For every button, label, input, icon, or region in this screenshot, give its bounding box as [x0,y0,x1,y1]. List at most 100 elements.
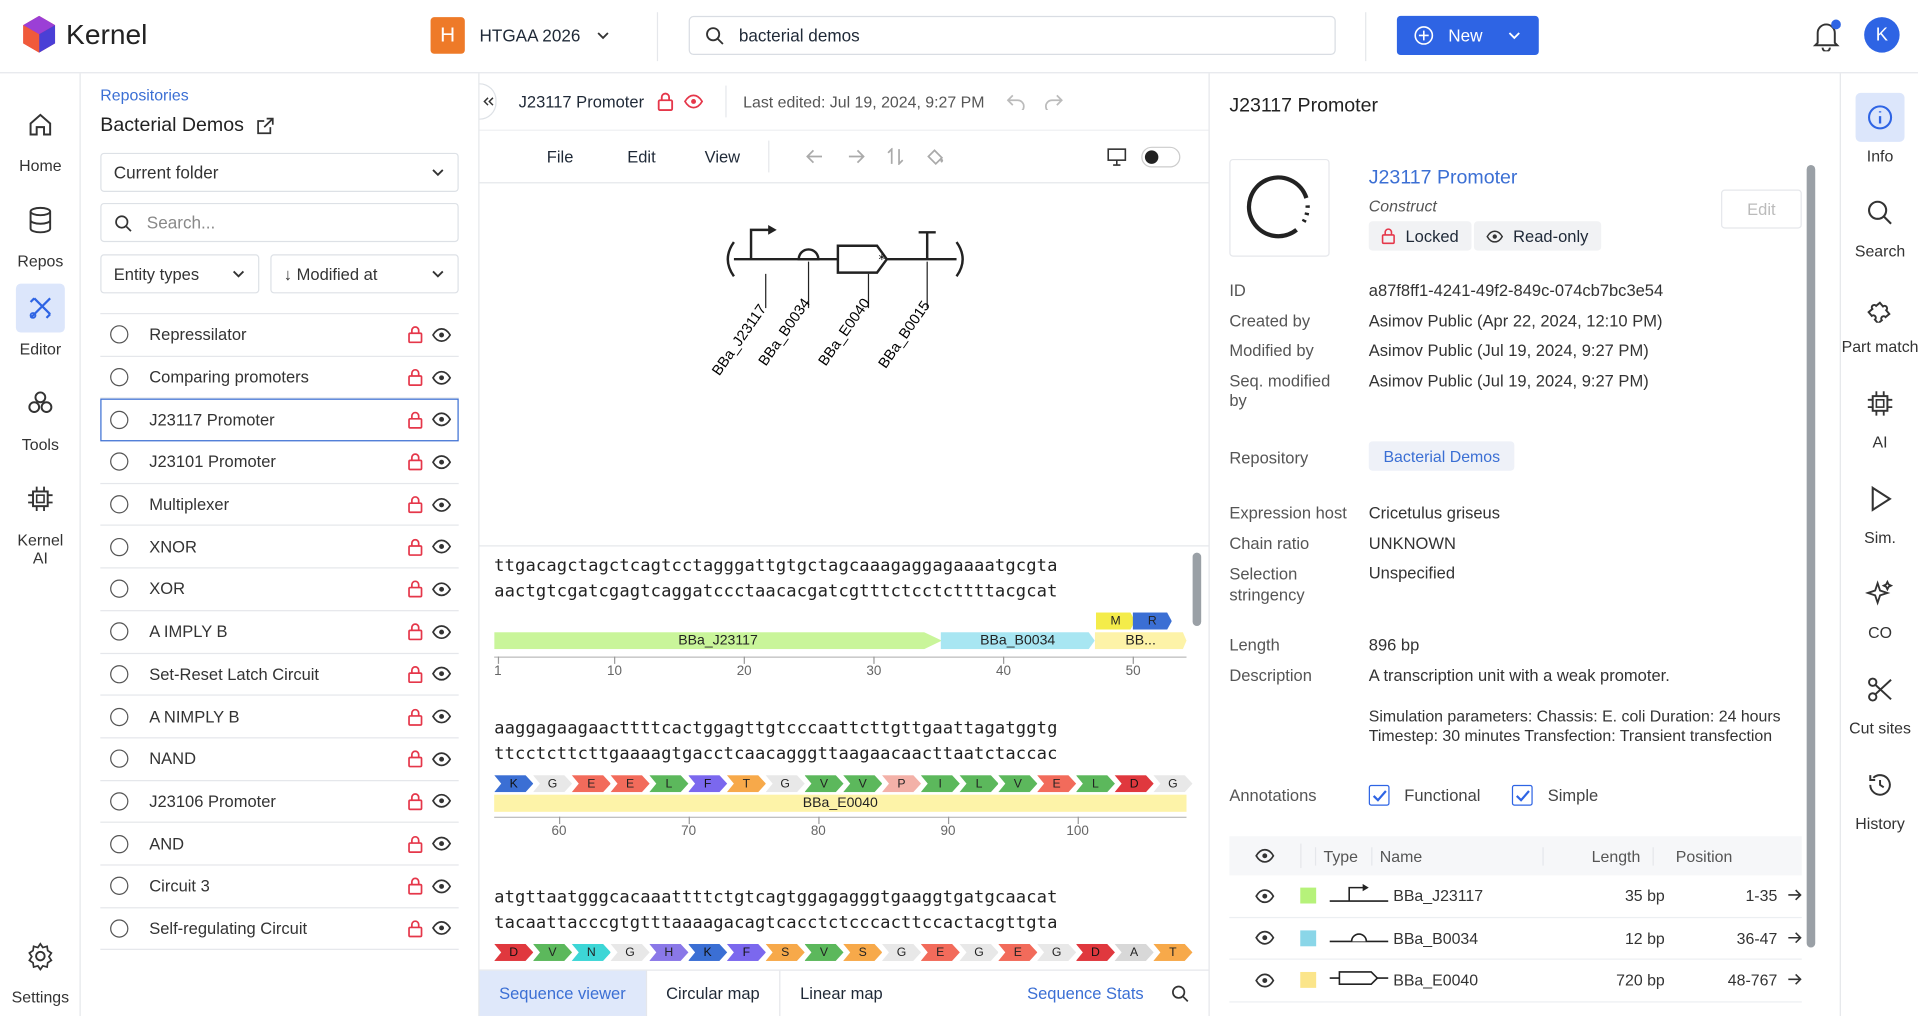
repository-chip[interactable]: Bacterial Demos [1368,441,1515,471]
info-scrollbar[interactable] [1806,165,1816,948]
sequence-stats-link[interactable]: Sequence Stats [1027,971,1144,1016]
functional-checkbox[interactable] [1368,784,1390,806]
table-row[interactable]: BBa_E0040 720 bp 48-767 [1229,960,1802,1002]
sequence-bottom-strand[interactable]: ttcctcttcttgaaaagtgacctcaacagggttaagaaca… [494,745,1057,765]
sequence-bottom-strand[interactable]: tacaattacccgtgtttaaaagacagtcacctctcccact… [494,913,1057,933]
list-item[interactable]: Circuit 3 [100,866,459,908]
right-nav-ai[interactable]: AI [1841,379,1918,451]
redo-icon[interactable] [1044,94,1063,110]
list-item[interactable]: Set-Reset Latch Circuit [100,653,459,696]
list-item[interactable]: XOR [100,569,459,612]
sort-select[interactable]: ↓ Modified at [270,254,459,294]
nav-tools[interactable]: Tools [0,379,81,454]
simple-checkbox[interactable] [1512,784,1534,806]
list-item[interactable]: NAND [100,738,459,781]
table-row[interactable]: BBa_B0034 12 bp 36-47 [1229,918,1802,960]
feature-bar[interactable]: BBa_B0034 [940,632,1095,650]
external-link-icon[interactable] [256,117,275,135]
construct-name[interactable]: J23117 Promoter [1369,167,1518,189]
arrow-right-icon[interactable] [1787,973,1802,986]
nav-repos[interactable]: Repos [0,196,81,270]
panel-search-input[interactable]: Search... [100,202,459,243]
feature-bar[interactable]: BBa_J23117 [494,632,942,650]
list-item[interactable]: J23117 Promoter [100,399,459,442]
tab-circular-map[interactable]: Circular map [647,970,781,1016]
entity-types-filter[interactable]: Entity types [100,254,260,294]
menu-file[interactable]: File [547,147,574,165]
sequence-scrollbar[interactable] [1192,552,1202,626]
list-item[interactable]: Multiplexer [100,484,459,527]
sequence-top-strand[interactable]: aaggagaagaacttttcactggagttgtcccaattcttgt… [494,719,1057,739]
feature-bar[interactable]: BBa_E0040 [494,794,1187,812]
menu-edit[interactable]: Edit [627,147,655,165]
eye-icon[interactable] [432,836,452,851]
list-item[interactable]: A NIMPLY B [100,696,459,739]
arrow-right-icon[interactable] [1787,931,1802,943]
list-item[interactable]: J23106 Promoter [100,781,459,824]
eye-icon[interactable] [1255,931,1275,946]
tab-sequence-viewer[interactable]: Sequence viewer [479,970,647,1016]
eye-icon[interactable] [432,751,452,767]
list-item[interactable]: A IMPLY B [100,611,459,654]
eye-icon[interactable] [432,327,452,342]
eye-icon[interactable] [432,709,452,724]
right-nav-sim[interactable]: Sim. [1841,474,1918,547]
eye-icon[interactable] [432,455,452,470]
sequence-bottom-strand[interactable]: aactgtcgatcgagtcaggatccctaacacgatcgtttct… [494,582,1057,602]
collapse-panel-button[interactable] [479,83,497,120]
notifications-bell-icon[interactable] [1812,19,1841,58]
list-item[interactable]: Self-regulating Circuit [100,908,459,951]
list-item[interactable]: Comparing promoters [100,357,459,400]
eye-icon[interactable] [432,667,452,682]
eye-icon[interactable] [1255,973,1275,988]
nav-home[interactable]: Home [0,100,81,175]
sequence-top-strand[interactable]: atgttaatgggcacaaattttctgtcagtggagagggtga… [494,888,1057,908]
paint-bucket-icon[interactable] [926,148,946,166]
list-item[interactable]: AND [100,823,459,866]
eye-icon[interactable] [432,412,452,427]
right-nav-cut-sites[interactable]: Cut sites [1841,665,1918,737]
feature-bar[interactable]: BB... [1094,632,1187,650]
nav-editor[interactable]: Editor [0,283,81,358]
col-position[interactable]: Position [1652,846,1763,865]
undo-icon[interactable] [1006,94,1025,110]
eye-icon[interactable] [432,921,452,936]
view-toggle[interactable] [1141,146,1181,167]
menu-view[interactable]: View [705,147,741,165]
list-item[interactable]: Repressilator [100,314,459,357]
eye-icon[interactable] [432,879,452,894]
tab-linear-map[interactable]: Linear map [781,971,903,1016]
eye-icon[interactable] [432,794,452,809]
col-name[interactable]: Name [1371,846,1542,865]
col-type[interactable]: Type [1314,846,1371,865]
sequence-top-strand[interactable]: ttgacagctagctcagtcctagggattgtgctagcaaaga… [494,556,1057,576]
eye-icon[interactable] [432,539,452,555]
arrow-left-icon[interactable] [806,149,823,164]
right-nav-part-match[interactable]: Part match [1841,284,1918,356]
eye-icon[interactable] [432,370,452,385]
arrow-right-icon[interactable] [1787,889,1802,901]
nav-kernel-ai[interactable]: Kernel AI [0,474,81,567]
eye-icon[interactable] [432,582,452,597]
right-nav-search[interactable]: Search [1841,188,1918,260]
folder-select[interactable]: Current folder [100,152,459,192]
list-item[interactable]: J23101 Promoter [100,441,459,484]
list-item[interactable]: XNOR [100,526,459,569]
logo[interactable]: Kernel [22,15,147,54]
new-button[interactable]: New [1396,15,1539,56]
eye-icon[interactable] [1255,848,1275,863]
global-search-input[interactable]: bacterial demos [688,15,1336,56]
eye-icon[interactable] [432,497,452,512]
workspace-selector[interactable]: H HTGAA 2026 [430,17,610,54]
search-icon[interactable] [1171,984,1189,1002]
right-nav-info[interactable]: Info [1841,92,1918,165]
nav-settings[interactable]: Settings [0,932,81,1006]
eye-icon[interactable] [432,624,452,639]
table-row[interactable]: BBa_J23117 35 bp 1-35 [1229,875,1802,918]
col-length[interactable]: Length [1542,846,1652,865]
presentation-icon[interactable] [1107,147,1127,166]
arrow-right-icon[interactable] [848,149,865,164]
edit-button[interactable]: Edit [1721,189,1802,229]
avatar[interactable]: K [1864,17,1900,53]
eye-icon[interactable] [1255,888,1275,904]
